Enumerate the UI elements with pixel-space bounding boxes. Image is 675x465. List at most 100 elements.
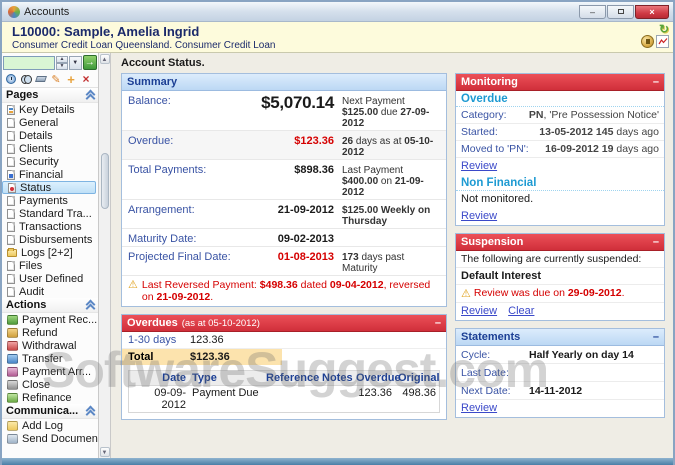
scrollbar-up-arrow[interactable]: ▲ — [100, 54, 110, 64]
overdues-as-at: (as at 05-10-2012) — [182, 318, 260, 329]
overdues-title: Overdues — [127, 317, 178, 329]
spin-down-button[interactable]: ▼ — [56, 63, 68, 70]
action-item-close[interactable]: Close — [2, 378, 98, 391]
sidebar-item-files[interactable]: Files — [2, 259, 98, 272]
suspension-item: Default Interest — [456, 268, 664, 285]
panel-minimize-icon[interactable]: – — [435, 318, 441, 328]
close-button[interactable]: × — [635, 5, 669, 19]
scrollbar-thumb[interactable] — [101, 153, 109, 209]
monitoring-nonfinancial-subheader: Non Financial — [456, 175, 664, 191]
page-icon — [7, 235, 15, 245]
action-item-withdrawal[interactable]: Withdrawal — [2, 339, 98, 352]
history-clock-icon[interactable] — [5, 73, 17, 85]
panel-minimize-icon[interactable]: – — [653, 77, 659, 87]
page-icon — [7, 105, 15, 115]
minimize-button[interactable]: – — [579, 5, 606, 19]
account-header: L10000: Sample, Amelia Ingrid Consumer C… — [2, 22, 673, 53]
statements-panel: Statements – Cycle: Half Yearly on day 1… — [455, 328, 665, 418]
suspension-intro: The following are currently suspended: — [456, 251, 664, 268]
sidebar-item-key-details[interactable]: Key Details — [2, 103, 98, 116]
aging-row: 1-30 days 123.36 — [122, 332, 446, 349]
last-reversed-payment-warning: ⚠ Last Reversed Payment: $498.36 dated 0… — [122, 276, 446, 306]
account-dropdown-button[interactable]: ▼ — [69, 56, 82, 70]
table-row[interactable]: 09-09-2012 Payment Due 123.36 498.36 — [129, 386, 439, 412]
maximize-button[interactable] — [607, 5, 634, 19]
page-icon — [7, 144, 15, 154]
suspension-title: Suspension — [461, 236, 523, 248]
comm-item-add-log[interactable]: Add Log — [2, 419, 98, 432]
edit-pencil-icon[interactable]: ✎ — [50, 73, 62, 85]
page-icon — [7, 261, 15, 271]
sidebar-item-disbursements[interactable]: Disbursements — [2, 233, 98, 246]
action-item-refund[interactable]: Refund — [2, 326, 98, 339]
sidebar-item-user-defined[interactable]: User Defined — [2, 272, 98, 285]
panel-minimize-icon[interactable]: – — [653, 237, 659, 247]
actions-section-header[interactable]: Actions — [2, 298, 98, 313]
sidebar-item-audit[interactable]: Audit — [2, 285, 98, 298]
pages-section-header[interactable]: Pages — [2, 88, 98, 103]
sidebar-item-logs[interactable]: Logs [2+2] — [2, 246, 98, 259]
refinance-icon — [7, 393, 18, 403]
withdrawal-icon — [7, 341, 18, 351]
action-item-payment-arrangement[interactable]: Payment Arr... — [2, 365, 98, 378]
payment-received-icon — [7, 315, 18, 325]
suspension-panel: Suspension – The following are currently… — [455, 233, 665, 321]
pause-status-icon[interactable] — [641, 35, 654, 48]
warning-icon: ⚠ — [461, 287, 471, 300]
page-icon — [7, 222, 15, 232]
communications-section-header[interactable]: Communica... — [2, 404, 98, 419]
monitoring-row-started: Started: 13-05-2012 145 days ago — [456, 124, 664, 141]
collapse-chevron-icon — [86, 407, 95, 416]
statements-review-link[interactable]: Review — [461, 402, 497, 414]
monitoring-overdue-review-link[interactable]: Review — [461, 160, 497, 172]
page-icon — [8, 183, 16, 193]
scrollbar-down-arrow[interactable]: ▼ — [100, 447, 110, 457]
overdues-table: Date Type Reference Notes Overdue Origin… — [128, 370, 440, 413]
account-title: L10000: Sample, Amelia Ingrid — [12, 24, 667, 39]
app-icon — [8, 6, 20, 18]
delete-icon[interactable]: × — [80, 73, 92, 85]
sidebar-item-general[interactable]: General — [2, 116, 98, 129]
maximize-icon — [618, 9, 624, 14]
title-bar: Accounts – × — [2, 2, 673, 22]
suspension-review-link[interactable]: Review — [461, 305, 497, 317]
comm-item-send-document[interactable]: Send Document — [2, 432, 98, 445]
spin-up-button[interactable]: ▲ — [56, 56, 68, 63]
monitoring-overdue-subheader: Overdue — [456, 91, 664, 107]
go-button[interactable]: → — [83, 55, 97, 70]
action-item-payment-received[interactable]: Payment Rec... — [2, 313, 98, 326]
collapse-chevron-icon — [86, 301, 95, 310]
add-icon[interactable]: + — [65, 73, 77, 85]
clear-eraser-icon[interactable] — [35, 73, 47, 85]
summary-panel: Summary Balance: $5,070.14 Next Payment … — [121, 73, 447, 307]
page-icon — [7, 209, 15, 219]
sidebar-item-security[interactable]: Security — [2, 155, 98, 168]
overdues-total-row: Total $123.36 — [122, 349, 282, 365]
account-number-input[interactable] — [3, 56, 55, 70]
action-item-transfer[interactable]: Transfer — [2, 352, 98, 365]
sidebar-item-payments[interactable]: Payments — [2, 194, 98, 207]
overdues-panel: Overdues (as at 05-10-2012) – 1-30 days … — [121, 314, 447, 420]
panel-minimize-icon[interactable]: – — [653, 332, 659, 342]
action-item-refinance[interactable]: Refinance — [2, 391, 98, 404]
sidebar-item-details[interactable]: Details — [2, 129, 98, 142]
sidebar-item-transactions[interactable]: Transactions — [2, 220, 98, 233]
payment-arrangement-icon — [7, 367, 18, 377]
monitoring-nonfinancial-review-link[interactable]: Review — [461, 210, 497, 222]
statements-row-cycle: Cycle: Half Yearly on day 14 — [456, 346, 664, 364]
sidebar-item-financial[interactable]: Financial — [2, 168, 98, 181]
page-icon — [7, 274, 15, 284]
refresh-icon[interactable]: ↻ — [659, 23, 669, 35]
chart-status-icon[interactable] — [656, 35, 669, 48]
suspension-clear-link[interactable]: Clear — [508, 305, 534, 317]
transfer-icon — [7, 354, 18, 364]
send-document-icon — [7, 434, 18, 444]
find-icon[interactable] — [20, 73, 32, 85]
window-title: Accounts — [24, 6, 69, 18]
summary-row-balance: Balance: $5,070.14 Next Payment $125.00 … — [122, 91, 446, 131]
sidebar-item-status[interactable]: Status — [2, 181, 96, 194]
monitoring-row-moved: Moved to 'PN': 16-09-2012 19 days ago — [456, 141, 664, 158]
overdues-table-header: Date Type Reference Notes Overdue Origin… — [129, 371, 439, 386]
sidebar-item-standard-transactions[interactable]: Standard Tra... — [2, 207, 98, 220]
sidebar-item-clients[interactable]: Clients — [2, 142, 98, 155]
